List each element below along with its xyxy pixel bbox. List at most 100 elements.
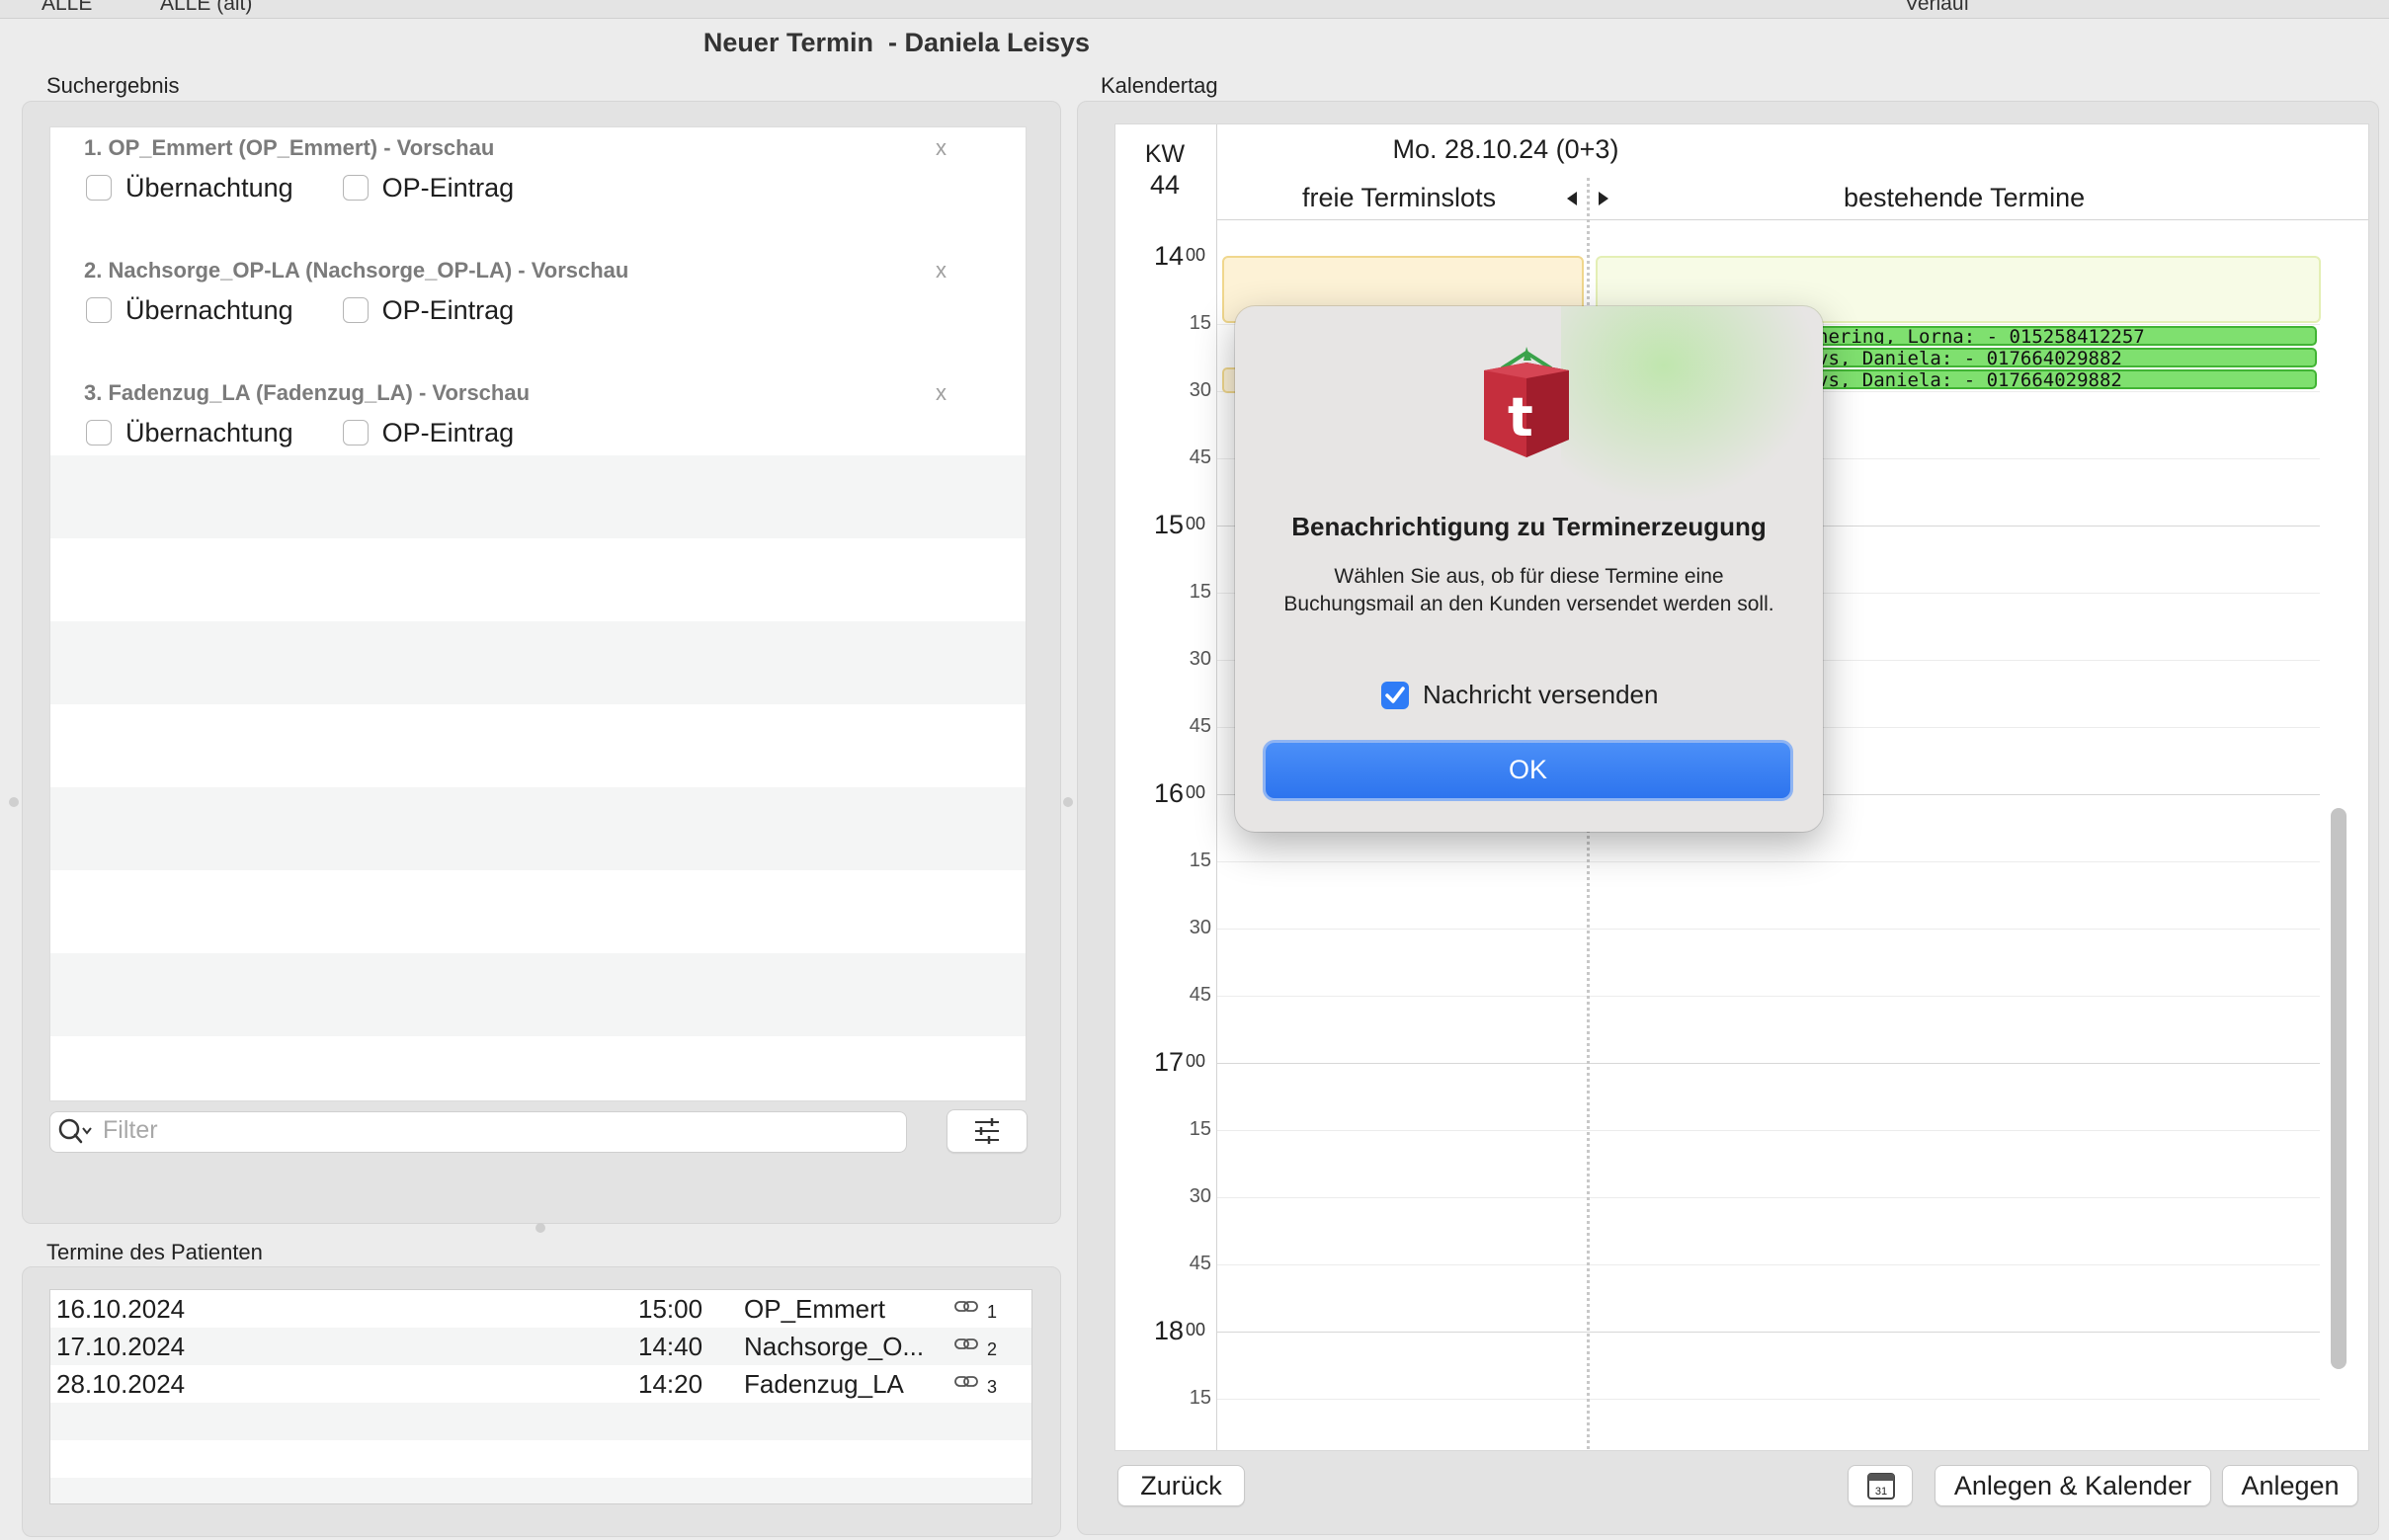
appt-date: 28.10.2024	[56, 1369, 186, 1399]
empty-row	[50, 1036, 1026, 1100]
overnight-checkbox[interactable]	[86, 175, 112, 201]
quarter-label: 45	[1189, 446, 1211, 468]
table-row[interactable]: 17.10.2024 14:40 Nachsorge_O... 2	[50, 1328, 1031, 1365]
empty-row	[50, 455, 1026, 538]
appt-number: 1	[987, 1302, 998, 1322]
quarter-gridline	[1217, 1399, 2320, 1400]
op-entry-label: OP-Eintrag	[381, 417, 515, 447]
overnight-checkbox[interactable]	[86, 297, 112, 323]
app-logo-icon: t	[1484, 347, 1569, 457]
quarter-gridline	[1217, 929, 2320, 930]
table-row[interactable]: 16.10.2024 15:00 OP_Emmert 1	[50, 1290, 1031, 1328]
empty-row	[50, 787, 1026, 870]
calendar-date: Mo. 28.10.24 (0+3)	[1392, 134, 1619, 164]
back-button[interactable]: Zurück	[1117, 1465, 1245, 1506]
send-message-checkbox[interactable]	[1381, 682, 1409, 709]
top-strip-text-right[interactable]: Verlauf	[1905, 0, 1969, 16]
appt-number: 2	[987, 1339, 998, 1359]
result-title: 1. OP_Emmert (OP_Emmert) - Vorschau	[84, 135, 495, 160]
hour-minutes-label: 00	[1186, 514, 1206, 533]
dialog-glow	[1561, 306, 1818, 504]
splitter-handle[interactable]	[9, 797, 19, 807]
quarter-label: 30	[1189, 648, 1211, 670]
dialog-title: Benachrichtigung zu Terminerzeugung	[1291, 512, 1767, 541]
hour-label: 18	[1153, 1316, 1184, 1345]
overnight-checkbox[interactable]	[86, 420, 112, 446]
appt-name: Nachsorge_O...	[744, 1332, 925, 1361]
result-title: 2. Nachsorge_OP-LA (Nachsorge_OP-LA) - V…	[84, 258, 629, 283]
hour-label: 17	[1153, 1047, 1184, 1077]
op-entry-checkbox[interactable]	[342, 297, 369, 323]
empty-row	[50, 621, 1026, 704]
appt-date: 17.10.2024	[56, 1332, 186, 1361]
patient-appointments-label: Termine des Patienten	[46, 1240, 263, 1264]
sliders-icon	[975, 1118, 999, 1144]
appt-name: OP_Emmert	[744, 1294, 886, 1324]
top-strip-text-2[interactable]: ALLE (alt)	[160, 0, 252, 16]
overnight-label: Übernachtung	[125, 417, 293, 447]
search-results-list[interactable]: 1. OP_Emmert (OP_Emmert) - Vorschau x Üb…	[49, 126, 1027, 1101]
hour-minutes-label: 00	[1186, 245, 1206, 265]
filter-settings-button[interactable]	[947, 1109, 1028, 1153]
ok-button[interactable]: OK	[1263, 740, 1793, 801]
quarter-label: 15	[1189, 1387, 1211, 1409]
existing-appointments-header: bestehende Termine	[1844, 183, 2086, 212]
search-result-1[interactable]: 1. OP_Emmert (OP_Emmert) - Vorschau x Üb…	[50, 127, 1026, 251]
filter-input[interactable]	[49, 1111, 907, 1153]
op-entry-checkbox[interactable]	[342, 420, 369, 446]
table-row[interactable]: 28.10.2024 14:20 Fadenzug_LA 3	[50, 1365, 1031, 1403]
hour-minutes-label: 00	[1186, 1320, 1206, 1339]
empty-row	[50, 1478, 1031, 1503]
top-strip-text-1[interactable]: ALLE	[41, 0, 92, 16]
week-number: 44	[1149, 170, 1181, 200]
splitter-handle[interactable]	[535, 1223, 545, 1233]
op-entry-checkbox[interactable]	[342, 175, 369, 201]
remove-result-icon[interactable]: x	[936, 135, 947, 161]
filter-placeholder: Filter	[103, 1116, 158, 1144]
patient-appointments-table[interactable]: 16.10.2024 15:00 OP_Emmert 1 17.10.2024 …	[49, 1289, 1032, 1504]
remove-result-icon[interactable]: x	[936, 380, 947, 406]
send-message-label: Nachricht versenden	[1423, 680, 1659, 709]
free-slots-header: freie Terminslots	[1302, 183, 1497, 212]
appointment-label: vs, Daniela: - 017664029882	[1817, 348, 2122, 367]
quarter-label: 30	[1189, 917, 1211, 938]
quarter-label: 30	[1189, 379, 1211, 401]
op-entry-label: OP-Eintrag	[381, 172, 515, 203]
appt-number: 3	[987, 1377, 998, 1397]
empty-row	[50, 538, 1026, 621]
quarter-label: 45	[1189, 715, 1211, 737]
search-result-2[interactable]: 2. Nachsorge_OP-LA (Nachsorge_OP-LA) - V…	[50, 250, 1026, 372]
quarter-label: 45	[1189, 1253, 1211, 1274]
quarter-label: 15	[1189, 312, 1211, 334]
top-strip: ALLE ALLE (alt) Verlauf	[0, 0, 2389, 19]
dialog-message: Wählen Sie aus, ob für diese Termine ein…	[1283, 565, 1774, 615]
search-icon[interactable]	[57, 1116, 97, 1146]
quarter-label: 45	[1189, 984, 1211, 1006]
quarter-label: 15	[1189, 850, 1211, 871]
search-section-label: Suchergebnis	[46, 73, 180, 98]
hour-minutes-label: 00	[1186, 1051, 1206, 1071]
calendar-button[interactable]: 31	[1848, 1465, 1913, 1506]
create-button[interactable]: Anlegen	[2222, 1465, 2358, 1506]
appt-name: Fadenzug_LA	[744, 1369, 904, 1399]
calendar-scrollbar[interactable]	[2331, 808, 2347, 1369]
overnight-label: Übernachtung	[125, 172, 293, 203]
create-and-calendar-button[interactable]: Anlegen & Kalender	[1935, 1465, 2211, 1506]
link-icon	[954, 1376, 978, 1387]
calendar-section-label: Kalendertag	[1101, 73, 1218, 98]
empty-row	[50, 953, 1026, 1036]
result-title: 3. Fadenzug_LA (Fadenzug_LA) - Vorschau	[84, 380, 531, 405]
quarter-gridline	[1217, 1130, 2320, 1131]
remove-result-icon[interactable]: x	[936, 258, 947, 284]
hour-label: 14	[1153, 241, 1184, 271]
overnight-label: Übernachtung	[125, 294, 293, 325]
hour-gridline	[1217, 1332, 2320, 1333]
empty-row	[50, 704, 1026, 787]
quarter-gridline	[1217, 861, 2320, 862]
appt-time: 14:40	[638, 1332, 703, 1361]
op-entry-label: OP-Eintrag	[381, 294, 515, 325]
quarter-label: 15	[1189, 1118, 1211, 1140]
splitter-handle[interactable]	[1063, 797, 1073, 807]
quarter-gridline	[1217, 1197, 2320, 1198]
quarter-gridline	[1217, 1264, 2320, 1265]
